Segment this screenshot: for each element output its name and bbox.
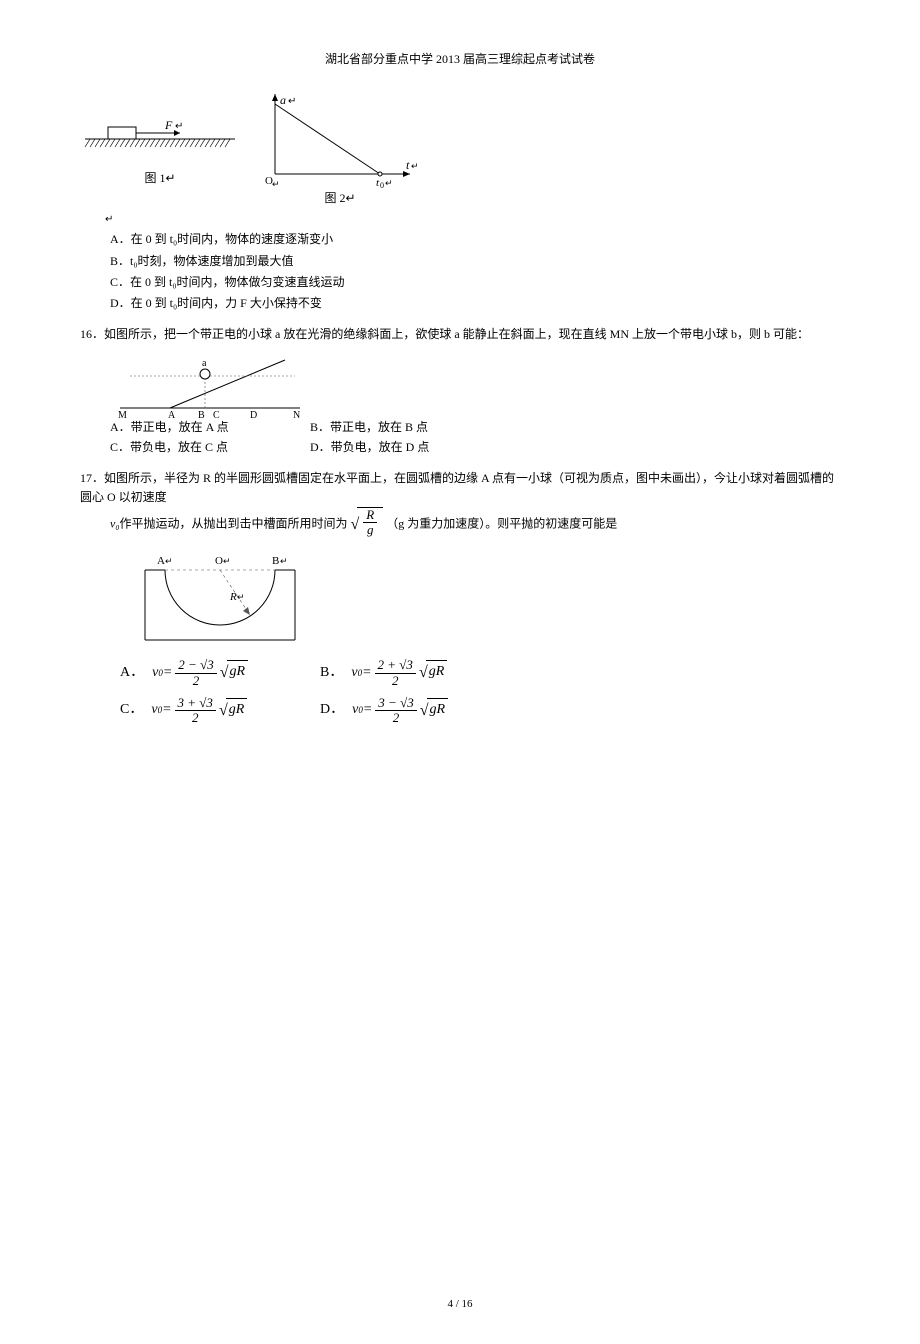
- svg-text:↵: ↵: [223, 556, 231, 566]
- q15-option-a: A．在 0 到 t₀时间内，物体的速度逐渐变小: [110, 230, 840, 249]
- sqrt-r-over-g: Rg: [351, 507, 384, 542]
- question-16: 16．如图所示，把一个带正电的小球 a 放在光滑的绝缘斜面上，欲使球 a 能静止…: [80, 325, 840, 344]
- svg-text:↵: ↵: [385, 178, 393, 188]
- svg-text:↵: ↵: [272, 179, 280, 189]
- crlf-mark: ↵: [105, 212, 840, 228]
- svg-text:0: 0: [380, 181, 384, 189]
- q16-option-b: B．带正电，放在 B 点: [310, 418, 510, 437]
- q17-text-1: 如图所示，半径为 R 的半圆形圆弧槽固定在水平面上，在圆弧槽的边缘 A 点有一小…: [80, 471, 834, 504]
- q17-number: 17．: [80, 471, 104, 485]
- q16-figure: a M A B C D N: [110, 348, 310, 418]
- page-footer: 4 / 16: [0, 1296, 920, 1314]
- svg-text:↵: ↵: [237, 592, 245, 602]
- q16-option-c: C．带负电，放在 C 点: [110, 438, 310, 457]
- svg-text:D: D: [250, 410, 257, 418]
- q17-options: A． v0 = 2 − √32 gR B． v0 = 2 + √32 gR C．…: [120, 658, 840, 725]
- q16-number: 16．: [80, 327, 104, 341]
- svg-text:A: A: [157, 555, 165, 567]
- svg-text:F: F: [164, 118, 173, 132]
- svg-text:↵: ↵: [175, 121, 183, 132]
- svg-text:A: A: [168, 410, 176, 418]
- figure-2-label: 图 2↵: [260, 189, 420, 208]
- q16-options: A．带正电，放在 A 点 B．带正电，放在 B 点 C．带负电，放在 C 点 D…: [110, 418, 840, 456]
- q15-option-d: D．在 0 到 t₀时间内，力 F 大小保持不变: [110, 294, 840, 313]
- question-17: 17．如图所示，半径为 R 的半圆形圆弧槽固定在水平面上，在圆弧槽的边缘 A 点…: [80, 469, 840, 543]
- page-header: 湖北省部分重点中学 2013 届高三理综起点考试试卷: [80, 50, 840, 69]
- figure-2-svg: a ↵ O ↵ t 0 ↵ t ↵: [260, 89, 420, 189]
- svg-text:B: B: [272, 555, 279, 567]
- q17-option-d: D． v0 = 3 − √32 gR: [320, 696, 520, 726]
- q16-option-a: A．带正电，放在 A 点: [110, 418, 310, 437]
- q17-option-b: B． v0 = 2 + √32 gR: [320, 658, 520, 688]
- svg-text:O: O: [215, 555, 223, 567]
- q15-option-c: C．在 0 到 t₀时间内，物体做匀变速直线运动: [110, 273, 840, 292]
- figures-row: F ↵ 图 1↵ a ↵ O ↵ t 0 ↵ t ↵ 图 2↵: [80, 89, 840, 208]
- svg-text:B: B: [198, 410, 205, 418]
- svg-text:R: R: [229, 591, 237, 603]
- q15-option-b: B．t₀时刻，物体速度增加到最大值: [110, 252, 840, 271]
- q15-options: A．在 0 到 t₀时间内，物体的速度逐渐变小 B．t₀时刻，物体速度增加到最大…: [110, 230, 840, 313]
- svg-text:C: C: [213, 410, 220, 418]
- svg-text:a: a: [202, 358, 207, 369]
- figure-1-svg: F ↵: [80, 89, 240, 169]
- figure-2: a ↵ O ↵ t 0 ↵ t ↵ 图 2↵: [260, 89, 420, 208]
- q17-figure: R ↵ A ↵ O ↵ B ↵: [135, 550, 305, 650]
- q17-text-3: （g 为重力加速度）。则平抛的初速度可能是: [386, 516, 617, 530]
- q16-option-d: D．带负电，放在 D 点: [310, 438, 510, 457]
- q17-text-2: 作平抛运动，从抛出到击中槽面所用时间为: [120, 516, 348, 530]
- q17-option-a: A． v0 = 2 − √32 gR: [120, 658, 320, 688]
- svg-text:↵: ↵: [165, 556, 173, 566]
- q16-text: 如图所示，把一个带正电的小球 a 放在光滑的绝缘斜面上，欲使球 a 能静止在斜面…: [104, 327, 809, 341]
- figure-1: F ↵ 图 1↵: [80, 89, 240, 188]
- figure-1-label: 图 1↵: [80, 169, 240, 188]
- svg-text:a: a: [280, 93, 286, 107]
- svg-text:↵: ↵: [288, 96, 296, 107]
- svg-text:M: M: [118, 410, 127, 418]
- svg-text:↵: ↵: [411, 161, 419, 171]
- svg-text:↵: ↵: [280, 556, 288, 566]
- svg-text:N: N: [293, 410, 300, 418]
- svg-text:t: t: [406, 158, 410, 172]
- q17-v0: v₀: [110, 516, 120, 530]
- q17-option-c: C． v0 = 3 + √32 gR: [120, 696, 320, 726]
